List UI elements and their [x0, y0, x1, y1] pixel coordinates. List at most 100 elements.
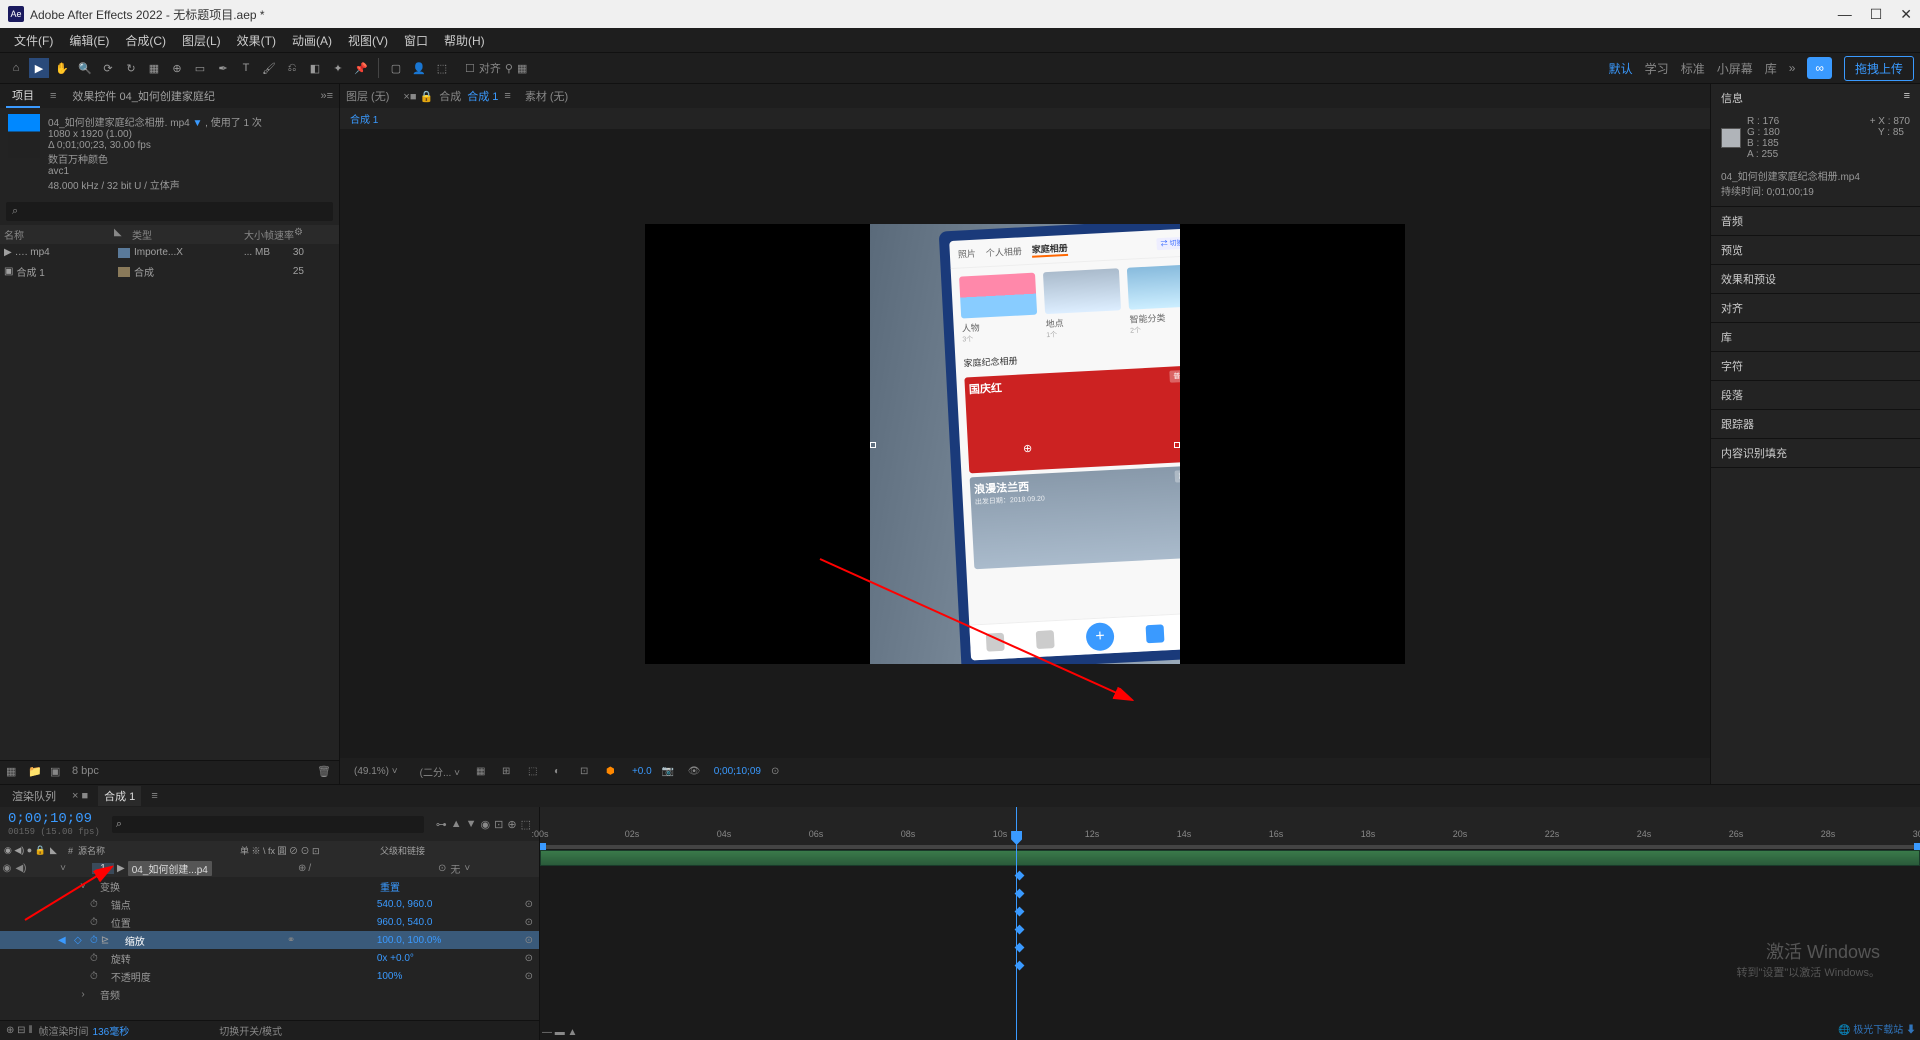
timeline-search[interactable]: ⌕	[112, 816, 424, 833]
viewer-timecode[interactable]: 0;00;10;09	[714, 766, 761, 777]
mode-icon-2[interactable]: 👤	[409, 58, 429, 78]
menu-help[interactable]: 帮助(H)	[438, 30, 491, 51]
viewer-icon[interactable]: ⊡	[580, 766, 596, 777]
tab-project[interactable]: 项目	[6, 84, 40, 108]
panel-audio[interactable]: 音频	[1711, 207, 1920, 235]
viewer-icon[interactable]: ⊙	[771, 766, 787, 777]
tl-tool-icon[interactable]: ⊶	[436, 818, 447, 831]
col-name[interactable]: 名称	[4, 227, 114, 242]
prop-value[interactable]: 0x +0.0°	[377, 953, 414, 964]
kf-nav-icon[interactable]: ⊙	[525, 971, 533, 982]
selection-tool[interactable]: ▶	[29, 58, 49, 78]
camera-tool[interactable]: ▦	[144, 58, 164, 78]
layer-row[interactable]: ◉ ◀) ˅ 1 ▶04_如何创建...p4 ⊕/ ⊙无˅	[0, 859, 539, 877]
menu-effect[interactable]: 效果(T)	[231, 30, 282, 51]
anchor-point-icon[interactable]: ⊕	[1023, 442, 1032, 455]
col-extra-icon[interactable]: ⚙	[294, 227, 314, 242]
prop-position[interactable]: ⏱ 位置 960.0, 540.0 ⊙	[0, 913, 539, 931]
transform-handle[interactable]	[1174, 442, 1180, 448]
prop-value[interactable]: 960.0, 540.0	[377, 917, 433, 928]
viewer-icon[interactable]: ▦	[476, 766, 492, 777]
resolution-dropdown[interactable]: (二分... ˅	[414, 762, 466, 781]
prop-scale[interactable]: ◀ ◇ ⏱ ⊵ 缩放 ⚭ 100.0, 100.0% ⊙	[0, 931, 539, 949]
prop-rotation[interactable]: ⏱ 旋转 0x +0.0° ⊙	[0, 949, 539, 967]
exposure-value[interactable]: +0.0	[632, 766, 652, 777]
label-swatch[interactable]	[118, 267, 130, 277]
tab-menu-icon[interactable]: ≡	[151, 790, 157, 802]
panel-effects-presets[interactable]: 效果和预设	[1711, 265, 1920, 293]
time-ruler[interactable]: :00s02s04s06s08s10s12s14s16s18s20s22s24s…	[540, 807, 1920, 849]
current-timecode[interactable]: 0;00;10;09	[8, 811, 100, 827]
playhead[interactable]	[1016, 807, 1017, 1040]
mode-icon-1[interactable]: ▢	[386, 58, 406, 78]
toggle-switches-button[interactable]: 切换开关/模式	[219, 1023, 282, 1038]
panel-tracker[interactable]: 跟踪器	[1711, 410, 1920, 438]
tl-source-header[interactable]: 源名称	[78, 846, 105, 856]
workspace-standard[interactable]: 标准	[1681, 60, 1705, 77]
home-tool[interactable]: ⌂	[6, 58, 26, 78]
tab-layer-viewer[interactable]: 图层 (无)	[346, 88, 389, 104]
menu-animation[interactable]: 动画(A)	[286, 30, 338, 51]
viewer-icon[interactable]: ◐	[554, 766, 570, 777]
comp-breadcrumb[interactable]: 合成 1	[340, 108, 1710, 129]
tab-project-menu[interactable]: ≡	[50, 90, 56, 102]
upload-button[interactable]: 拖拽上传	[1844, 56, 1914, 81]
pan-behind-tool[interactable]: ⊕	[167, 58, 187, 78]
orbit-tool[interactable]: ⟳	[98, 58, 118, 78]
menu-file[interactable]: 文件(F)	[8, 30, 59, 51]
lock-icon[interactable]: ×■ 🔒	[403, 90, 433, 103]
minimize-button[interactable]: —	[1838, 6, 1852, 23]
panel-menu-icon[interactable]: ≡	[1904, 90, 1910, 106]
menu-composition[interactable]: 合成(C)	[119, 30, 172, 51]
pickwhip-icon[interactable]: ⊙	[438, 863, 446, 874]
tab-render-queue[interactable]: 渲染队列	[6, 786, 62, 806]
workspace-default[interactable]: 默认	[1609, 60, 1633, 77]
asset-row[interactable]: ▶…. mp4 Importe...X ... MB 30	[0, 244, 339, 261]
panel-character[interactable]: 字符	[1711, 352, 1920, 380]
layer-bar[interactable]	[540, 850, 1920, 866]
workspace-learn[interactable]: 学习	[1645, 60, 1669, 77]
tab-effect-controls[interactable]: 效果控件 04_如何创建家庭纪	[66, 85, 220, 107]
tl-tool-icon[interactable]: ◉	[481, 818, 491, 831]
workspace-more[interactable]: »	[1789, 61, 1796, 75]
label-swatch[interactable]	[118, 248, 130, 258]
layer-name[interactable]: 04_如何创建...p4	[128, 861, 212, 876]
tl-switches-header[interactable]: 单 ※ \ fx 圓 ⊘ ⊙ ⊡	[240, 844, 380, 857]
new-comp-icon[interactable]: ▣	[50, 765, 66, 781]
tl-tool-icon[interactable]: ▼	[466, 818, 477, 831]
kf-nav-icon[interactable]: ⊙	[525, 935, 533, 946]
snap-checkbox[interactable]: ☐	[465, 62, 475, 75]
expand-toggle[interactable]: ˅	[56, 863, 70, 874]
stopwatch-icon[interactable]: ⏱	[90, 971, 98, 982]
menu-edit[interactable]: 编辑(E)	[63, 30, 115, 51]
snap-icon-1[interactable]: ⚲	[505, 62, 513, 75]
maximize-button[interactable]: ☐	[1870, 6, 1883, 23]
zoom-dropdown[interactable]: (49.1%) ˅	[348, 764, 404, 779]
panel-content-aware[interactable]: 内容识别填充	[1711, 439, 1920, 467]
panel-align[interactable]: 对齐	[1711, 294, 1920, 322]
stopwatch-icon[interactable]: ⏱	[90, 917, 98, 928]
tab-comp-menu[interactable]: ≡	[504, 90, 510, 102]
kf-nav-icon[interactable]: ⊙	[525, 899, 533, 910]
tl-tool-icon[interactable]: ⊡	[494, 818, 503, 831]
tab-close-icon[interactable]: × ■	[72, 790, 88, 802]
tab-footage-viewer[interactable]: 素材 (无)	[525, 88, 568, 104]
tl-tool-icon[interactable]: ⊕	[507, 818, 516, 831]
panel-preview[interactable]: 预览	[1711, 236, 1920, 264]
tl-av-header[interactable]: ◉ ◀) ● 🔒	[0, 845, 50, 856]
panel-paragraph[interactable]: 段落	[1711, 381, 1920, 409]
viewer[interactable]: 照片 个人相册 家庭相册 ⇄ 切换家庭 人物3个 地点1个 智能分类2个 家庭纪…	[340, 129, 1710, 758]
color-icon[interactable]: ⬢	[606, 766, 622, 777]
menu-view[interactable]: 视图(V)	[342, 30, 394, 51]
expression-icon[interactable]: ⊵	[101, 935, 115, 946]
stopwatch-icon[interactable]: ⏱	[90, 953, 98, 964]
menu-window[interactable]: 窗口	[398, 30, 434, 51]
col-label-icon[interactable]: ◣	[114, 227, 132, 242]
col-type[interactable]: 类型	[132, 227, 224, 242]
parent-dropdown[interactable]: 无	[450, 861, 460, 876]
puppet-tool[interactable]: 📌	[351, 58, 371, 78]
tl-tool-icon[interactable]: ▲	[451, 818, 462, 831]
project-search[interactable]: ⌕	[6, 202, 333, 221]
hand-tool[interactable]: ✋	[52, 58, 72, 78]
panel-libraries[interactable]: 库	[1711, 323, 1920, 351]
